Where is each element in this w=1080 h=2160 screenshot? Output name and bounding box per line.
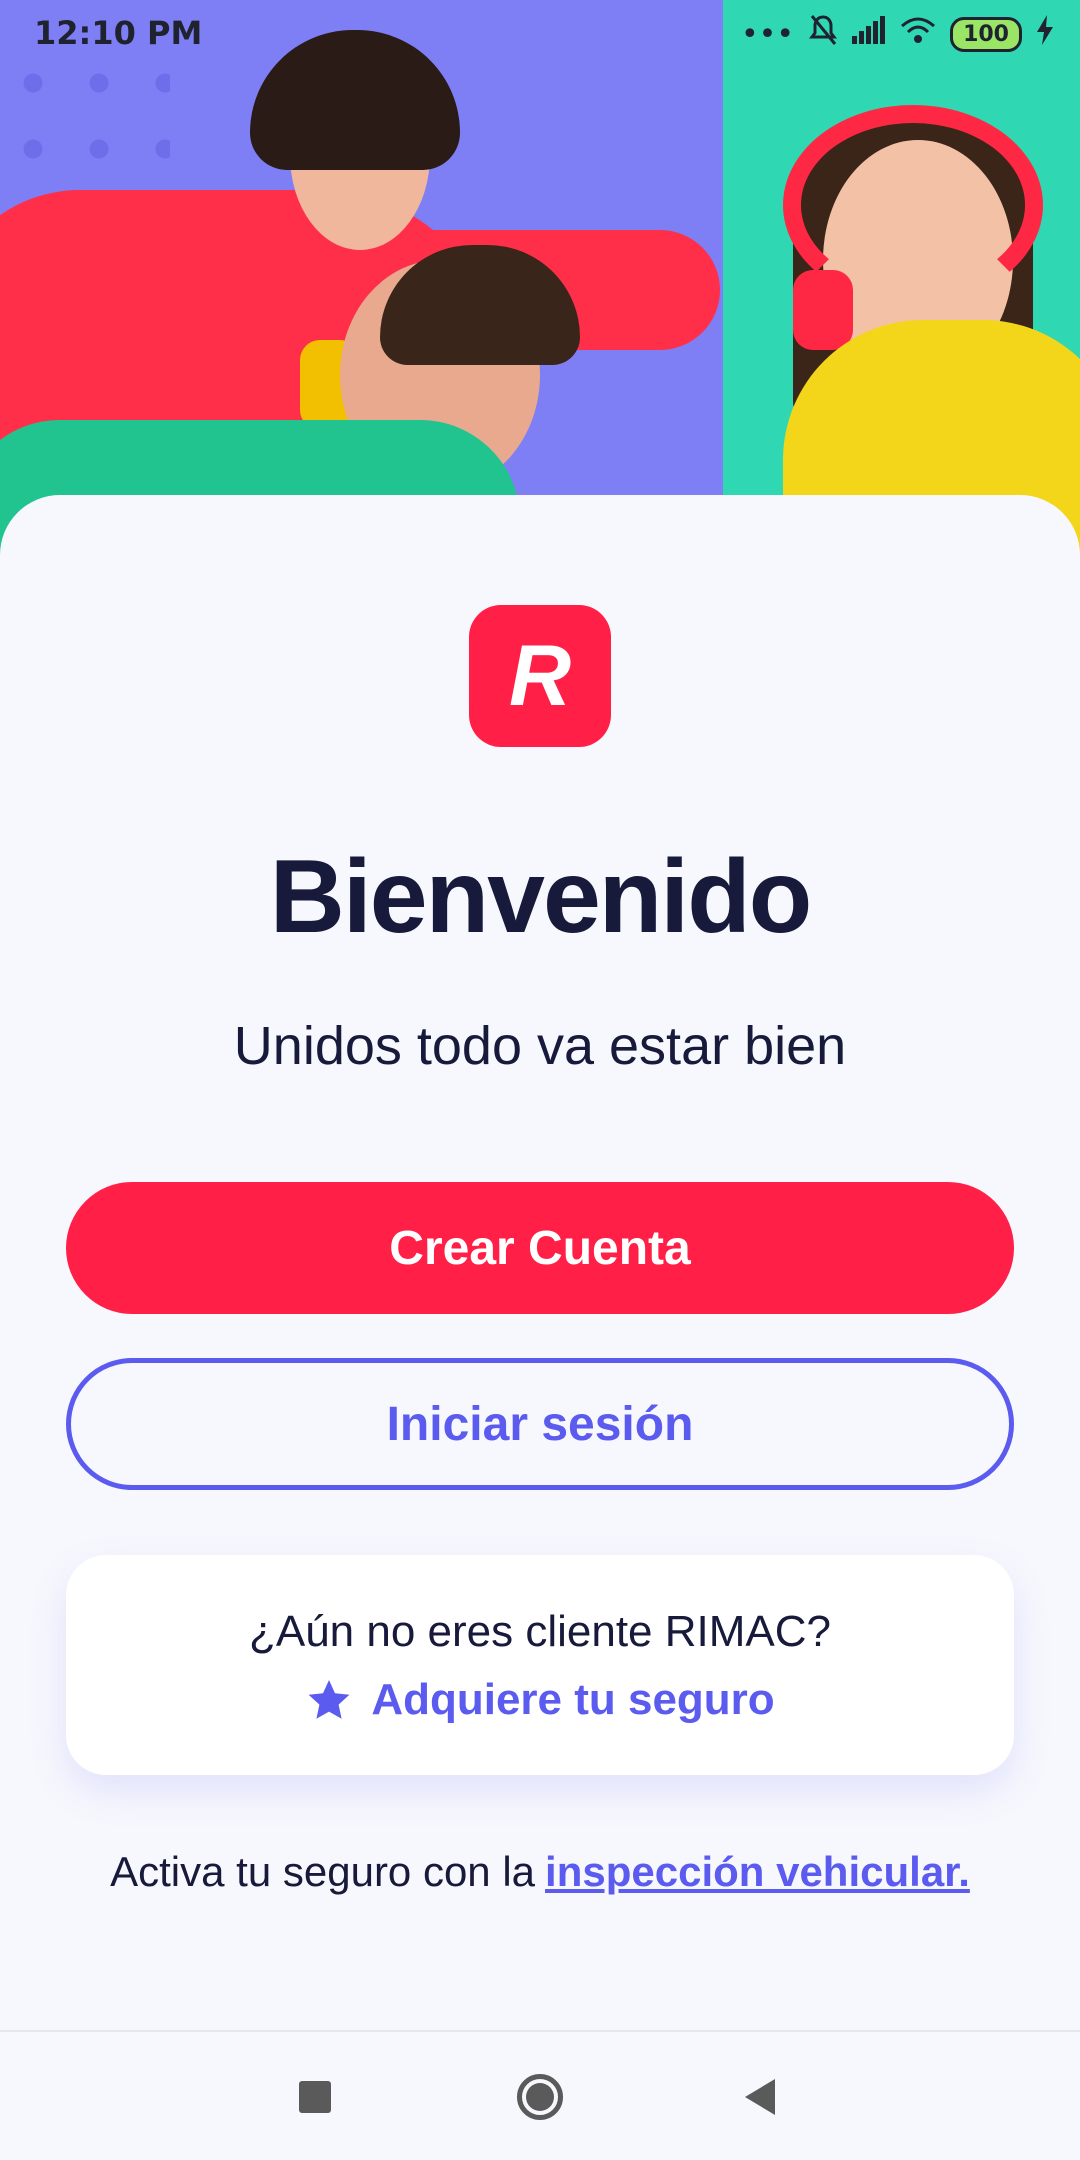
rimac-logo: R bbox=[469, 605, 611, 747]
hero-shape-earcup bbox=[793, 270, 853, 350]
page-title: Bienvenido bbox=[269, 839, 813, 955]
more-dots-icon: ••• bbox=[740, 16, 795, 52]
status-icons: ••• 100 bbox=[741, 14, 1054, 54]
recents-icon bbox=[299, 2081, 331, 2113]
page-subtitle: Unidos todo va estar bien bbox=[233, 1016, 847, 1076]
hero-photo-couple bbox=[0, 0, 723, 560]
home-button[interactable] bbox=[475, 2032, 605, 2160]
navigation-bar bbox=[0, 2030, 1080, 2160]
decorative-dots bbox=[0, 50, 170, 210]
activate-insurance-text: Activa tu seguro con la inspección vehicu… bbox=[0, 1848, 1080, 1896]
promo-question: ¿Aún no eres cliente RIMAC? bbox=[248, 1607, 832, 1656]
wifi-icon bbox=[900, 16, 936, 52]
back-button[interactable] bbox=[695, 2032, 825, 2160]
battery-icon: 100 bbox=[950, 16, 1022, 52]
charging-icon bbox=[1036, 15, 1054, 53]
promo-card: ¿Aún no eres cliente RIMAC? Adquiere tu … bbox=[66, 1555, 1014, 1775]
sign-in-button[interactable]: Iniciar sesión bbox=[66, 1358, 1014, 1490]
activate-text: Activa tu seguro con la bbox=[110, 1848, 536, 1895]
hero-photo-woman-headphones bbox=[723, 0, 1080, 560]
recents-button[interactable] bbox=[250, 2032, 380, 2160]
buy-insurance-label: Adquiere tu seguro bbox=[371, 1675, 775, 1724]
star-icon bbox=[308, 1680, 350, 1719]
status-bar: 12:10 PM ••• 100 bbox=[0, 0, 1080, 66]
create-account-button[interactable]: Crear Cuenta bbox=[66, 1182, 1014, 1314]
hero-image bbox=[0, 0, 1080, 560]
mute-bell-icon bbox=[808, 14, 838, 54]
signal-icon bbox=[852, 16, 886, 52]
back-icon bbox=[745, 2079, 775, 2115]
vehicle-inspection-link[interactable]: inspección vehicular. bbox=[545, 1848, 970, 1895]
home-icon bbox=[517, 2074, 563, 2120]
status-time: 12:10 PM bbox=[34, 14, 203, 52]
buy-insurance-link[interactable]: Adquiere tu seguro bbox=[66, 1675, 1014, 1725]
